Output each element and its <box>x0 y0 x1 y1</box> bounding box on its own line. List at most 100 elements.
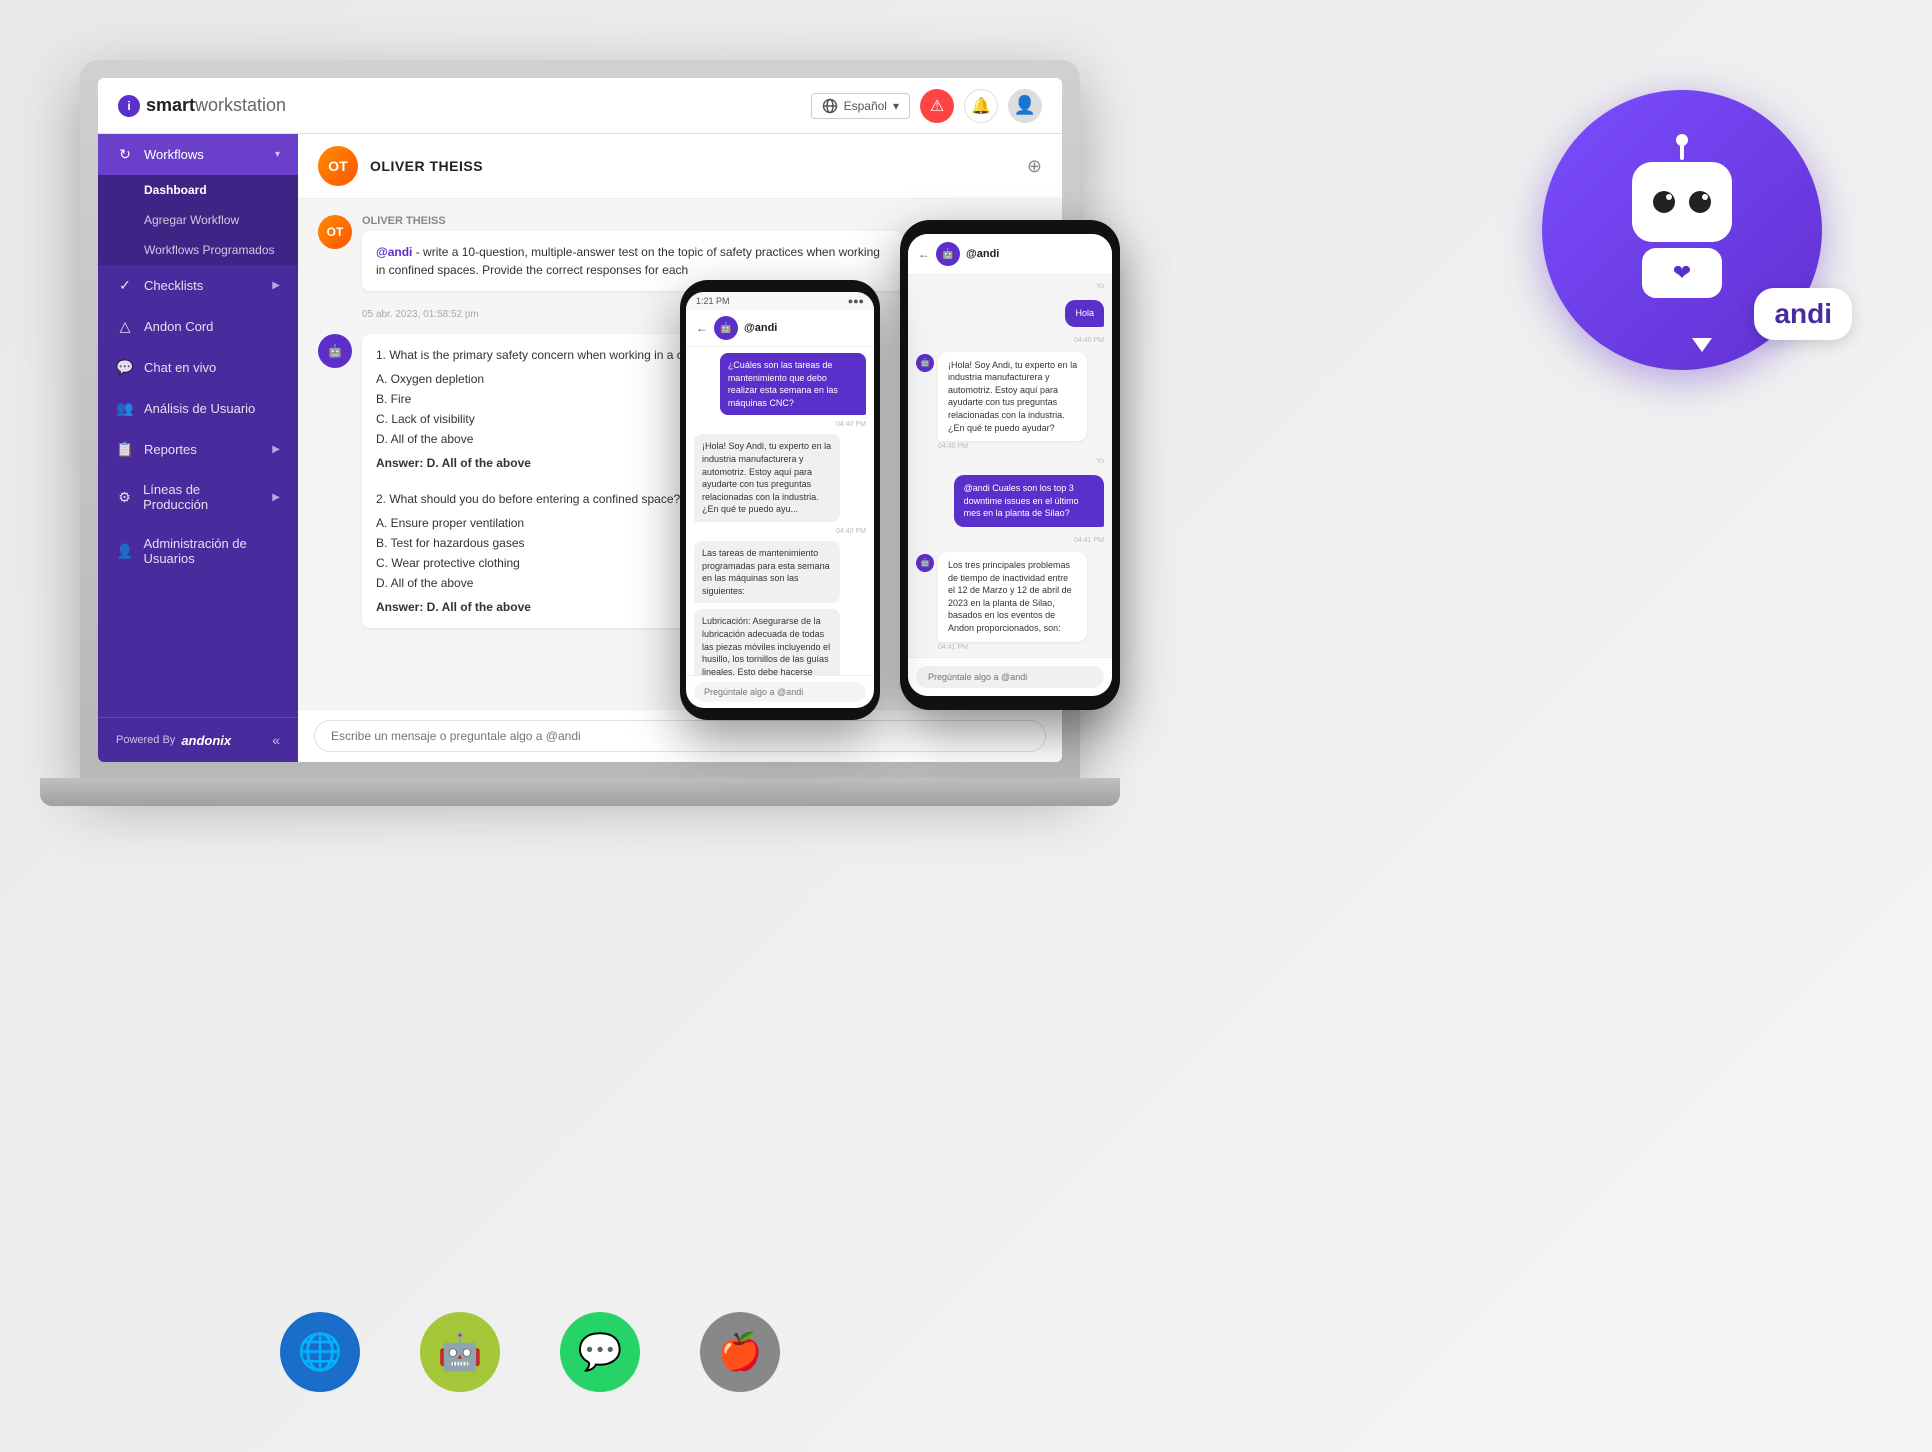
user-avatar[interactable]: 👤 <box>1008 89 1042 123</box>
pr-bot-row-1: 🤖 ¡Hola! Soy Andi, tu experto en la indu… <box>916 352 1104 451</box>
chat-header-actions: ⊕ <box>1027 156 1042 177</box>
phone-left-bot-name: @andi <box>744 322 777 334</box>
arrow-icon: ▾ <box>275 149 280 160</box>
pr-ts-2: 04:40 PM <box>938 443 1104 450</box>
phone-right: ← 🤖 @andi Yo Hola 04:40 PM 🤖 ¡Hola! Soy … <box>900 220 1120 710</box>
sidebar-collapse-button[interactable]: « <box>272 732 280 748</box>
agregar-label: Agregar Workflow <box>144 213 239 227</box>
web-platform-icon: 🌐 <box>280 1312 360 1392</box>
phone-left: 1:21 PM ●●● ← 🤖 @andi ¿Cuáles son las ta… <box>680 280 880 720</box>
back-icon[interactable]: ← <box>696 321 708 335</box>
lineas-arrow: ▶ <box>272 492 280 503</box>
programados-label: Workflows Programados <box>144 243 275 257</box>
phone-left-input[interactable] <box>694 682 866 702</box>
sidebar-item-workflows[interactable]: ↻ Workflows ▾ <box>98 134 298 175</box>
android-icon-symbol: 🤖 <box>438 1331 483 1373</box>
apple-icon-symbol: 🍎 <box>718 1331 763 1373</box>
sidebar-item-lineas[interactable]: ⚙ Líneas de Producción ▶ <box>98 470 298 524</box>
message-timestamp: 05 abr. 2023, 01:58:52 pm <box>362 309 479 320</box>
robot-character: ❤ <box>1632 162 1732 298</box>
ph-msg-bot-3: Lubricación: Asegurarse de la lubricació… <box>694 609 840 675</box>
sidebar-label-admin: Administración de Usuarios <box>143 536 280 566</box>
lineas-icon: ⚙ <box>116 489 133 506</box>
workflows-icon: ↻ <box>116 146 134 163</box>
chat-user-name: OLIVER THEISS <box>370 158 483 174</box>
chat-header: OT OLIVER THEISS ⊕ <box>298 134 1062 199</box>
phone-right-bot-avatar: 🤖 <box>936 242 960 266</box>
language-label: Español <box>844 99 887 113</box>
logo-text: smartworkstation <box>146 95 286 116</box>
sidebar-item-analisis[interactable]: 👥 Análisis de Usuario <box>98 388 298 429</box>
sidebar-label-checklists: Checklists <box>144 278 203 293</box>
logo-icon: i <box>118 95 140 117</box>
checklists-icon: ✓ <box>116 277 134 294</box>
whatsapp-platform-icon: 💬 <box>560 1312 640 1392</box>
pr-ts-4: 04:41 PM <box>938 644 1104 651</box>
ph-msg-user-1: ¿Cuáles son las tareas de mantenimiento … <box>720 353 866 415</box>
chat-input[interactable] <box>314 720 1046 752</box>
chat-icon: 💬 <box>116 359 134 376</box>
andi-mention: @andi <box>376 245 412 259</box>
language-selector[interactable]: Español ▾ <box>811 93 910 119</box>
sidebar-item-reportes[interactable]: 📋 Reportes ▶ <box>98 429 298 470</box>
reportes-arrow: ▶ <box>272 444 280 455</box>
me-label-1: Yo <box>916 283 1104 290</box>
pr-msg-me-1: Hola <box>1065 300 1104 327</box>
alert-button[interactable]: ⚠ <box>920 89 954 123</box>
robot-body-icon: ❤ <box>1673 260 1691 286</box>
user-message-avatar: OT <box>318 215 352 249</box>
sidebar-label-lineas: Líneas de Producción <box>143 482 262 512</box>
sidebar-sub-agregar[interactable]: Agregar Workflow <box>98 205 298 235</box>
globe-icon <box>822 98 838 114</box>
sidebar-label-reportes: Reportes <box>144 442 197 457</box>
me-label-2: Yo <box>916 458 1104 465</box>
sidebar-item-chat[interactable]: 💬 Chat en vivo <box>98 347 298 388</box>
powered-by-text: Powered By <box>116 734 175 746</box>
phone-right-input[interactable] <box>916 666 1104 688</box>
phone-left-screen: 1:21 PM ●●● ← 🤖 @andi ¿Cuáles son las ta… <box>686 292 874 708</box>
dashboard-label: Dashboard <box>144 183 207 197</box>
ph-timestamp-2: 04:40 PM <box>694 528 866 535</box>
chevron-down-icon: ▾ <box>893 99 899 113</box>
user-message-text: - write a 10-question, multiple-answer t… <box>376 245 880 277</box>
sidebar-label-analisis: Análisis de Usuario <box>144 401 255 416</box>
scene: i smartworkstation <box>0 0 1932 1452</box>
andi-label: andi <box>1754 288 1852 340</box>
phone-right-back-icon[interactable]: ← <box>918 247 930 261</box>
pr-ts-1: 04:40 PM <box>916 337 1104 344</box>
andi-bubble: ❤ andi <box>1512 60 1852 400</box>
sidebar-sub-programados[interactable]: Workflows Programados <box>98 235 298 265</box>
chat-input-area <box>298 709 1062 762</box>
phone-right-header: ← 🤖 @andi <box>908 234 1112 275</box>
bell-button[interactable]: 🔔 <box>964 89 998 123</box>
sidebar-item-andon[interactable]: △ Andon Cord <box>98 306 298 347</box>
pr-ts-3: 04:41 PM <box>916 537 1104 544</box>
pr-bot-row-2: 🤖 Los tres principales problemas de tiem… <box>916 552 1104 651</box>
platform-icons: 🌐 🤖 💬 🍎 <box>280 1312 780 1392</box>
phone-left-input-area <box>686 675 874 708</box>
robot-eye-right <box>1689 191 1711 213</box>
phone-left-status-bar: 1:21 PM ●●● <box>686 292 874 310</box>
phone-left-time: 1:21 PM <box>696 296 730 306</box>
phone-right-bot-name: @andi <box>966 248 999 260</box>
pr-msg-me-2: @andi Cuales son los top 3 downtime issu… <box>954 475 1104 527</box>
phone-left-signal: ●●● <box>848 296 864 306</box>
sidebar-sub-workflows: Dashboard Agregar Workflow Workflows Pro… <box>98 175 298 265</box>
sidebar-sub-dashboard[interactable]: Dashboard <box>98 175 298 205</box>
add-participant-button[interactable]: ⊕ <box>1027 156 1042 177</box>
sidebar-item-checklists[interactable]: ✓ Checklists ▶ <box>98 265 298 306</box>
andon-icon: △ <box>116 318 134 335</box>
sidebar-item-admin[interactable]: 👤 Administración de Usuarios <box>98 524 298 578</box>
sidebar-label-workflows: Workflows <box>144 147 204 162</box>
analisis-icon: 👥 <box>116 400 134 417</box>
message-sender: OLIVER THEISS <box>362 215 902 227</box>
logo-area: i smartworkstation <box>118 95 286 117</box>
checklists-arrow: ▶ <box>272 280 280 291</box>
sidebar-footer: Powered By andonix « <box>98 717 298 762</box>
ph-msg-bot-2: Las tareas de mantenimiento programadas … <box>694 541 840 603</box>
web-icon-symbol: 🌐 <box>298 1331 343 1373</box>
android-platform-icon: 🤖 <box>420 1312 500 1392</box>
ph-msg-bot-1: ¡Hola! Soy Andi, tu experto en la indust… <box>694 434 840 522</box>
pr-msg-bot-2: Los tres principales problemas de tiempo… <box>938 552 1087 642</box>
robot-head <box>1632 162 1732 242</box>
